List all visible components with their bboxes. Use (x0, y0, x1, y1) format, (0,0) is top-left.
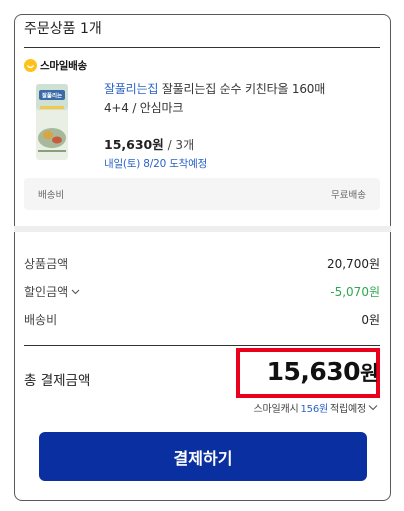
discount-amount-row[interactable]: 할인금액 -5,070원 (24, 282, 380, 300)
product-amount-label: 상품금액 (24, 256, 69, 271)
product-brand[interactable]: 잘풀리는집 (104, 82, 158, 96)
pay-button[interactable]: 결제하기 (39, 432, 367, 481)
product-amount-row: 상품금액 20,700원 (24, 254, 380, 272)
total-payment-amount: 15,630원 (266, 357, 379, 386)
order-items-title: 주문상품 1개 (24, 21, 102, 37)
section-divider (14, 226, 391, 232)
arrival-estimate: 내일(토) 8/20 도착예정 (104, 158, 208, 170)
smile-delivery-badge: 스마일배송 (24, 58, 87, 73)
total-amount-unit: 원 (360, 361, 378, 385)
smile-icon (24, 59, 37, 72)
divider (24, 47, 380, 48)
product-thumbnail[interactable]: 잘풀리는 (30, 80, 74, 162)
product-amount-value: 20,700원 (326, 256, 380, 271)
smile-cash-reward[interactable]: 스마일캐시 156원 적립예정 (254, 400, 379, 415)
shipping-fee-value: 무료배송 (331, 190, 366, 201)
chevron-down-icon[interactable] (71, 289, 80, 295)
divider (24, 345, 380, 346)
shipping-amount-value: 0원 (361, 312, 380, 327)
product-thumb-brand: 잘풀리는 (42, 92, 62, 100)
discount-amount-value: -5,070원 (330, 284, 380, 299)
smile-delivery-label: 스마일배송 (40, 60, 87, 72)
chevron-down-icon[interactable] (368, 404, 378, 411)
shipping-fee-label: 배송비 (38, 190, 65, 201)
total-amount-number: 15,630 (266, 357, 361, 386)
discount-amount-label[interactable]: 할인금액 (24, 285, 68, 299)
product-name-link[interactable]: 잘풀리는집 잘풀리는집 순수 키친타올 160매 4+4 / 안심마크 (104, 80, 352, 118)
product-price: 15,630원 (104, 137, 164, 152)
smile-cash-suffix: 적립예정 (330, 404, 366, 415)
discount-amount-toggle[interactable]: 할인금액 (24, 283, 80, 300)
shipping-amount-row: 배송비 0원 (24, 310, 380, 328)
smile-cash-value: 156원 (300, 404, 329, 415)
product-price-line: 15,630원 / 3개 (104, 134, 194, 153)
total-payment-label: 총 결제금액 (24, 373, 91, 389)
smile-cash-label: 스마일캐시 (253, 404, 299, 415)
shipping-amount-label: 배송비 (24, 312, 58, 327)
shipping-fee-box: 배송비 무료배송 (24, 178, 380, 210)
product-quantity: / 3개 (167, 138, 195, 152)
